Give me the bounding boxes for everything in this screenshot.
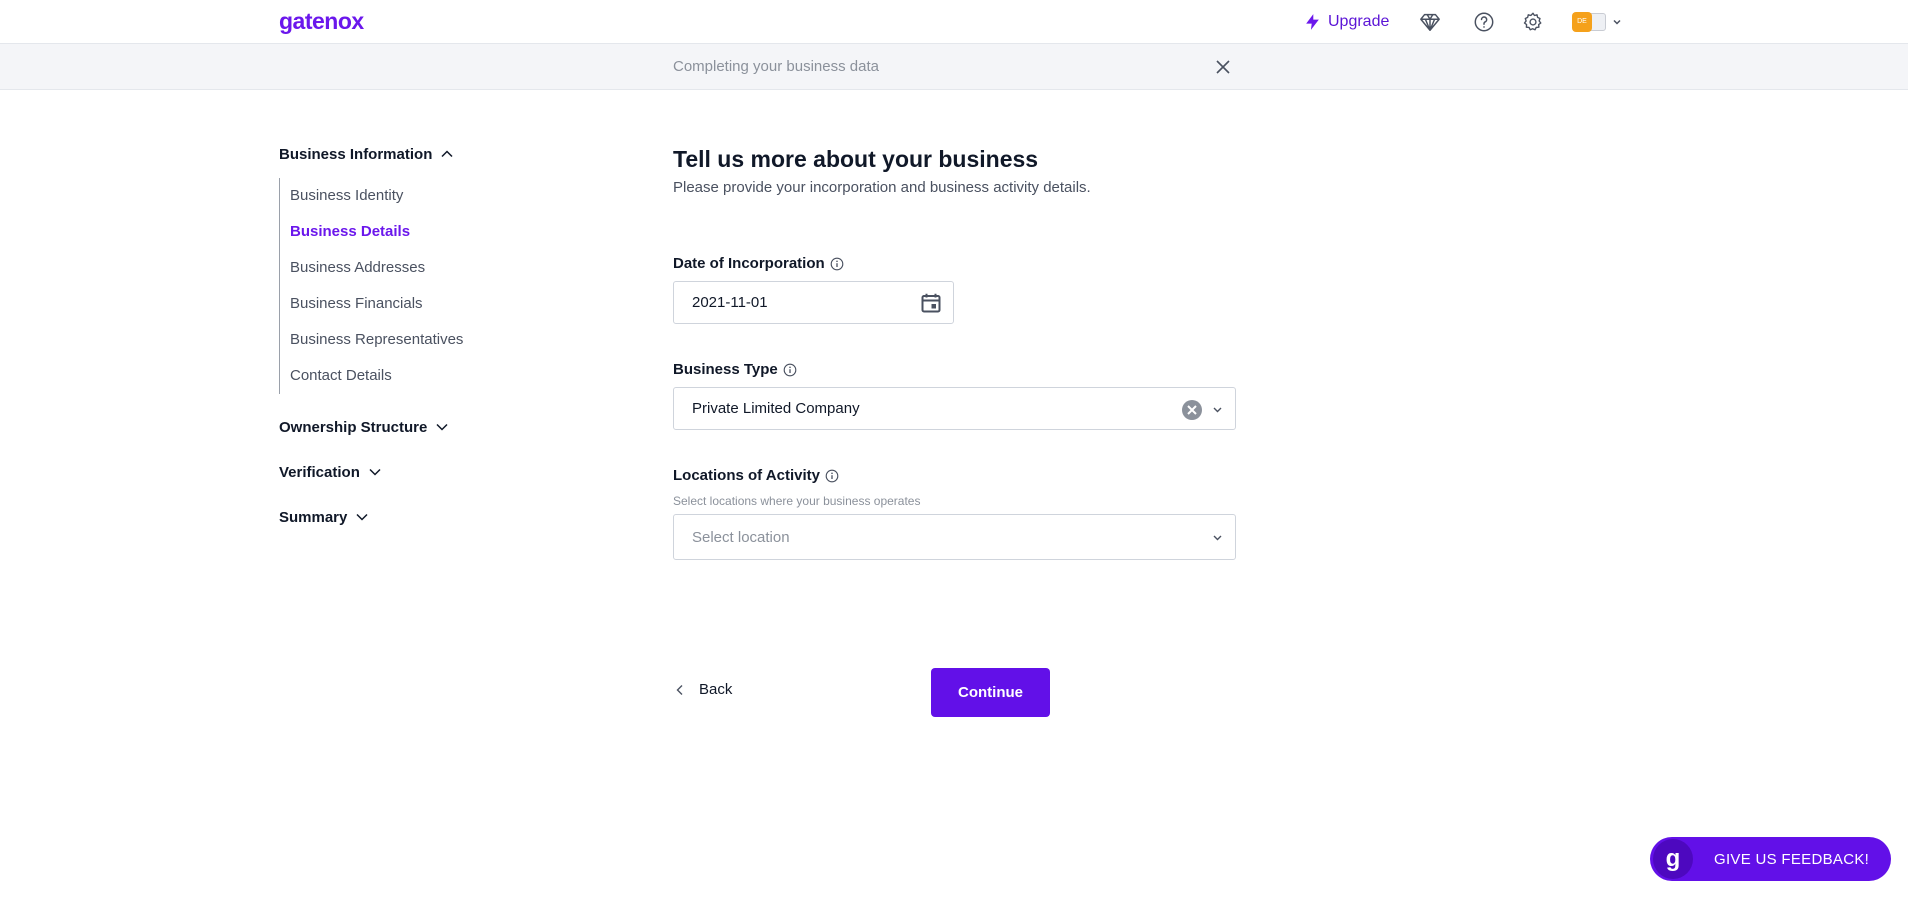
continue-button[interactable]: Continue <box>931 668 1050 717</box>
chevron-down-icon <box>369 468 381 476</box>
back-button[interactable]: Back <box>673 681 732 698</box>
section-label: Summary <box>279 508 348 526</box>
calendar-icon[interactable] <box>919 291 943 315</box>
account-menu[interactable]: DE <box>1572 11 1622 33</box>
page-subtitle: Please provide your incorporation and bu… <box>673 179 1091 196</box>
page-title: Tell us more about your business <box>673 146 1039 172</box>
chevron-down-icon <box>436 423 448 431</box>
step-business-addresses[interactable]: Business Addresses <box>290 250 599 286</box>
chevron-up-icon <box>441 150 453 158</box>
section-label: Business Information <box>279 145 433 163</box>
chevron-down-icon <box>356 513 368 521</box>
date-of-incorporation-input[interactable]: 2021-11-01 <box>673 281 954 324</box>
locations-of-activity-label: Locations of Activity <box>673 467 839 484</box>
date-value: 2021-11-01 <box>692 294 768 311</box>
field-label-text: Business Type <box>673 361 778 378</box>
form-header: Tell us more about your business Please … <box>673 146 1233 196</box>
business-type-label: Business Type <box>673 361 797 378</box>
diamond-icon[interactable] <box>1419 11 1441 33</box>
info-icon[interactable] <box>830 257 844 271</box>
section-business-information[interactable]: Business Information <box>279 142 599 166</box>
info-icon[interactable] <box>783 363 797 377</box>
close-icon[interactable] <box>1213 57 1233 77</box>
info-icon[interactable] <box>825 469 839 483</box>
section-verification[interactable]: Verification <box>279 460 599 484</box>
locations-of-activity-select[interactable]: Select location <box>673 514 1236 560</box>
clear-icon[interactable] <box>1181 399 1203 421</box>
step-contact-details[interactable]: Contact Details <box>290 358 599 394</box>
help-icon[interactable] <box>1473 11 1495 33</box>
locations-hint: Select locations where your business ope… <box>673 494 921 508</box>
section-ownership-structure[interactable]: Ownership Structure <box>279 415 599 439</box>
section-label: Ownership Structure <box>279 418 428 436</box>
subheader-title: Completing your business data <box>673 58 879 75</box>
section-label: Verification <box>279 463 360 481</box>
top-bar: gatenox Upgrade DE <box>0 0 1908 44</box>
step-business-details[interactable]: Business Details <box>290 214 599 250</box>
feedback-logo-letter: g <box>1665 845 1681 872</box>
upgrade-button[interactable]: Upgrade <box>1303 10 1389 34</box>
business-information-steps: Business Identity Business Details Busin… <box>279 178 599 394</box>
chevron-down-icon[interactable] <box>1212 532 1223 543</box>
avatar-initials: DE <box>1577 18 1587 25</box>
avatar: DE <box>1572 12 1592 32</box>
settings-icon[interactable] <box>1522 11 1544 33</box>
field-label-text: Date of Incorporation <box>673 255 825 272</box>
progress-header: Completing your business data <box>0 44 1908 90</box>
field-label-text: Locations of Activity <box>673 467 820 484</box>
locations-placeholder: Select location <box>692 528 790 546</box>
chevron-down-icon[interactable] <box>1212 404 1223 415</box>
upgrade-label: Upgrade <box>1328 13 1390 30</box>
step-business-representatives[interactable]: Business Representatives <box>290 322 599 358</box>
chevron-down-icon <box>1613 19 1621 25</box>
step-business-identity[interactable]: Business Identity <box>290 178 599 214</box>
steps-sidebar: Business Information Business Identity B… <box>279 142 599 529</box>
lightning-icon <box>1306 14 1319 30</box>
chevron-left-icon <box>676 684 683 695</box>
step-business-financials[interactable]: Business Financials <box>290 286 599 322</box>
date-of-incorporation-label: Date of Incorporation <box>673 255 844 272</box>
section-summary[interactable]: Summary <box>279 505 599 529</box>
business-type-select[interactable]: Private Limited Company <box>673 387 1236 430</box>
gatenox-g-icon: g <box>1653 839 1693 879</box>
gatenox-logo[interactable]: gatenox <box>279 8 364 35</box>
feedback-label: GIVE US FEEDBACK! <box>1714 850 1870 868</box>
business-type-value: Private Limited Company <box>692 400 860 417</box>
feedback-button[interactable]: g GIVE US FEEDBACK! <box>1650 837 1891 881</box>
back-label: Back <box>699 681 733 698</box>
